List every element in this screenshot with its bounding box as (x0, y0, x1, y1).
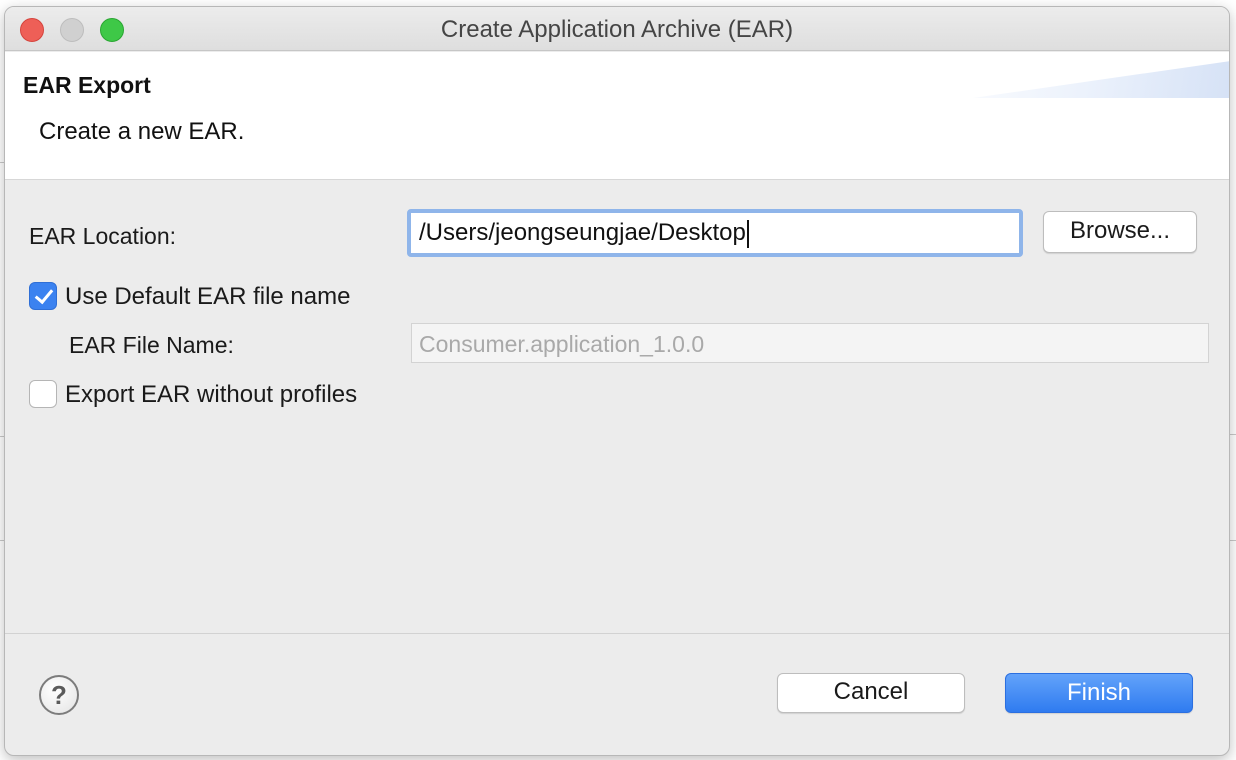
form-area: EAR Location: /Users/jeongseungjae/Deskt… (5, 181, 1229, 633)
finish-button[interactable]: Finish (1005, 673, 1193, 713)
browse-button[interactable]: Browse... (1043, 211, 1197, 253)
help-icon[interactable]: ? (39, 675, 79, 715)
ear-location-input[interactable]: /Users/jeongseungjae/Desktop (407, 209, 1023, 257)
ear-file-name-input: Consumer.application_1.0.0 (411, 323, 1209, 363)
wizard-banner: EAR Export Create a new EAR. (5, 52, 1229, 180)
banner-description: Create a new EAR. (39, 118, 245, 145)
banner-title: EAR Export (23, 72, 151, 98)
ear-file-name-label: EAR File Name: (69, 332, 234, 358)
banner-decoration (973, 61, 1229, 98)
cancel-button[interactable]: Cancel (777, 673, 965, 713)
ear-location-label: EAR Location: (29, 223, 177, 249)
export-without-profiles-checkbox[interactable] (29, 380, 57, 408)
background-divider (1230, 434, 1236, 435)
export-dialog: Create Application Archive (EAR) EAR Exp… (4, 6, 1230, 756)
background-divider (1230, 540, 1236, 541)
footer-divider (5, 633, 1229, 634)
export-without-profiles-label: Export EAR without profiles (65, 381, 358, 408)
window-title: Create Application Archive (EAR) (440, 16, 794, 43)
title-bar: Create Application Archive (EAR) (5, 7, 1229, 51)
ear-location-value: /Users/jeongseungjae/Desktop (419, 219, 746, 246)
use-default-label: Use Default EAR file name (65, 283, 351, 310)
text-caret (746, 219, 749, 248)
use-default-checkbox[interactable] (29, 282, 57, 310)
